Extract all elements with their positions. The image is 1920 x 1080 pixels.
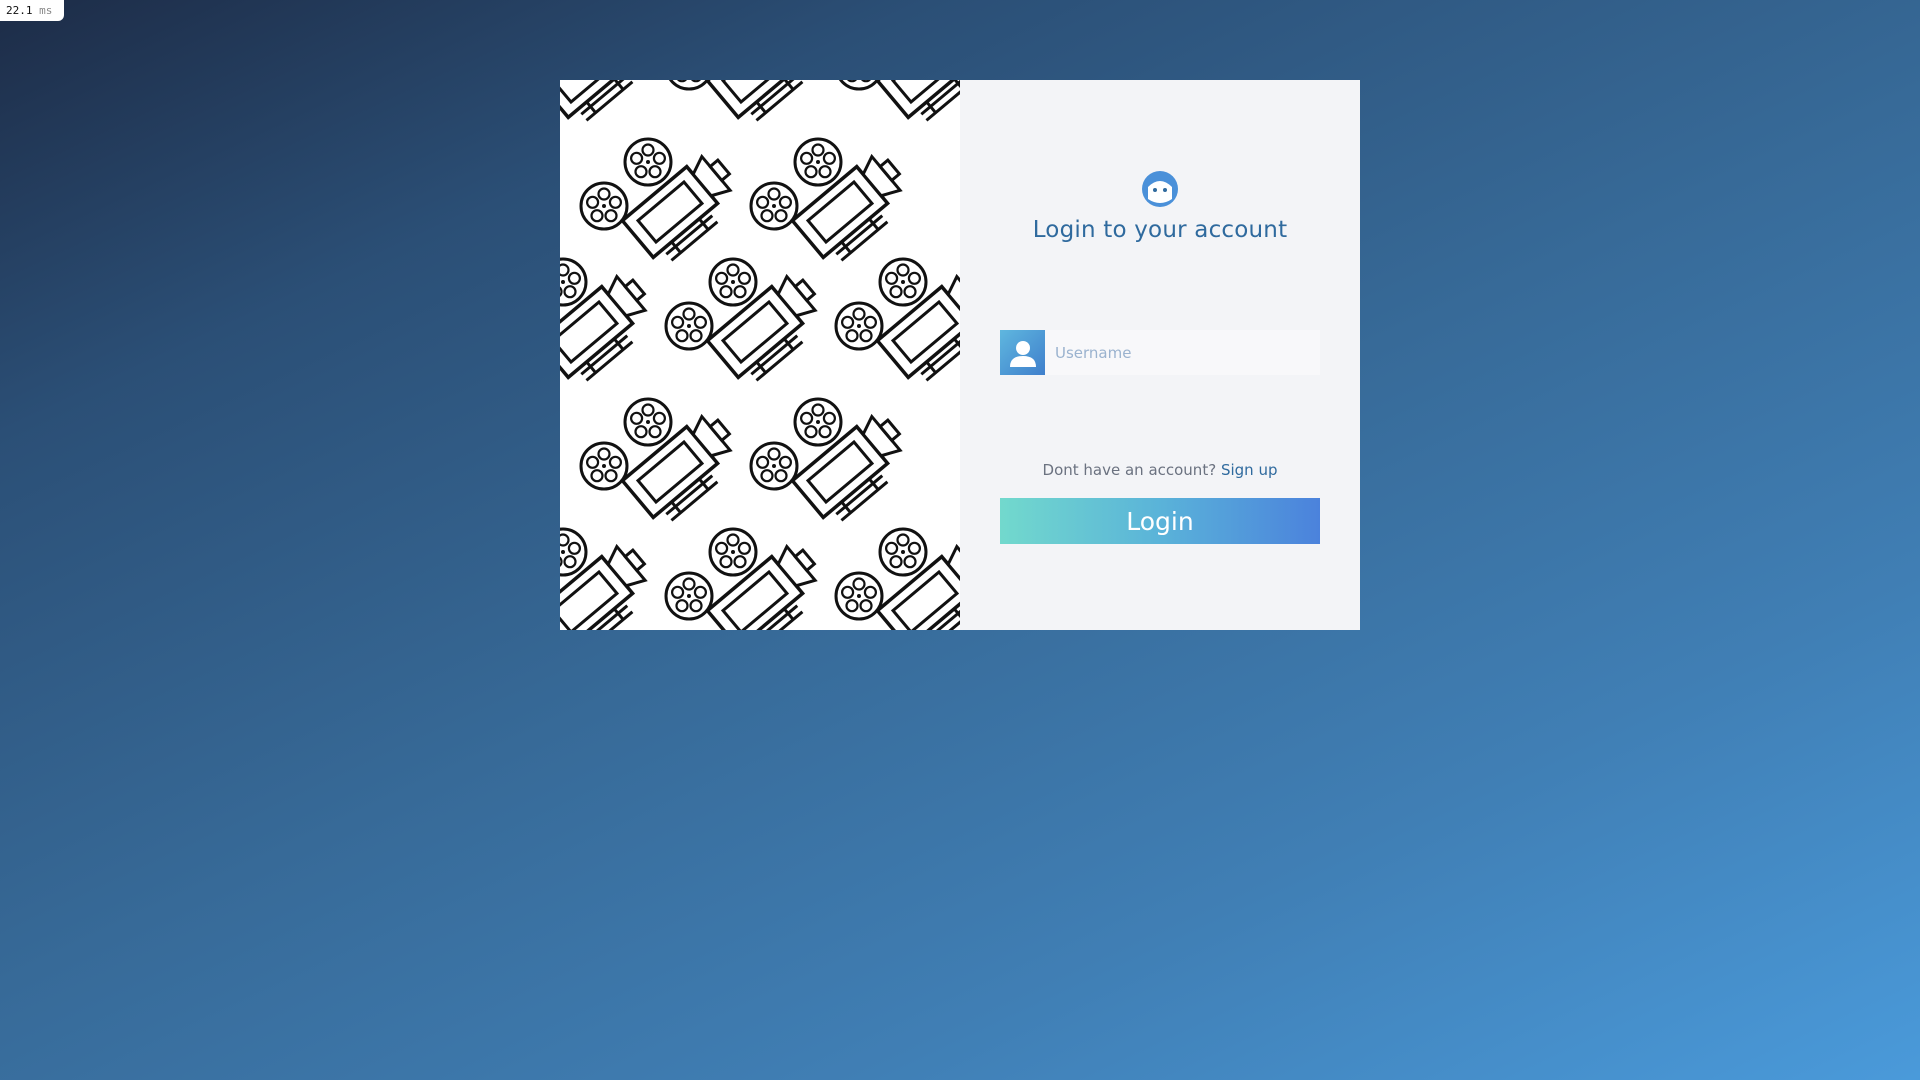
login-button[interactable]: Login [1000,498,1320,544]
user-icon [1000,330,1045,375]
username-input[interactable] [1045,330,1320,375]
signup-prompt-text: Dont have an account? [1042,461,1217,479]
page-title: Login to your account [1032,217,1288,243]
username-field-group [1000,330,1320,375]
performance-value: 22.1 [6,4,33,17]
login-form-panel: Login to your account Dont have an accou… [960,80,1360,630]
login-card: Login to your account Dont have an accou… [560,80,1360,630]
film-projector-pattern-image [560,80,960,630]
performance-unit: ms [39,4,53,17]
signup-link[interactable]: Sign up [1221,461,1278,479]
face-icon [1142,171,1178,207]
performance-overlay: 22.1 ms [0,0,64,21]
signup-prompt: Dont have an account? Sign up [960,461,1360,479]
